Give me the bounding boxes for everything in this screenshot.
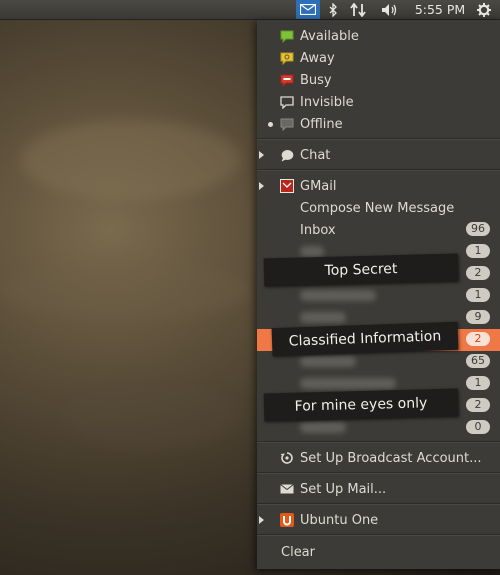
compose-label: Compose New Message xyxy=(300,200,455,216)
count-badge: 2 xyxy=(466,266,490,280)
broadcast-item[interactable]: Set Up Broadcast Account... xyxy=(257,447,500,469)
count-badge: 9 xyxy=(466,310,490,324)
bluetooth-icon[interactable] xyxy=(325,0,341,19)
clock[interactable]: 5:55 PM xyxy=(412,0,468,19)
expander-arrow-icon xyxy=(259,151,264,159)
inbox-label: Inbox xyxy=(300,222,336,238)
status-label: Available xyxy=(300,28,359,44)
chat-item[interactable]: Chat xyxy=(257,144,500,166)
ubuntu-one-label: Ubuntu One xyxy=(300,512,379,528)
broadcast-icon xyxy=(279,450,295,466)
available-icon xyxy=(279,28,295,44)
separator xyxy=(257,138,500,140)
status-invisible[interactable]: Invisible xyxy=(257,91,500,113)
separator xyxy=(257,534,500,536)
count-badge: 2 xyxy=(466,398,490,412)
broadcast-label: Set Up Broadcast Account... xyxy=(300,450,482,466)
separator xyxy=(257,472,500,474)
folder-item[interactable]: 1 xyxy=(257,285,500,307)
chat-label: Chat xyxy=(300,147,331,163)
inbox-item[interactable]: Inbox 96 xyxy=(257,219,500,241)
status-label: Invisible xyxy=(300,94,354,110)
compose-item[interactable]: Compose New Message xyxy=(257,197,500,219)
clear-label: Clear xyxy=(281,544,315,560)
gmail-label: GMail xyxy=(300,178,337,194)
ubuntu-one-icon xyxy=(279,512,295,528)
wallpaper-streak xyxy=(60,380,240,450)
expander-arrow-icon xyxy=(259,182,264,190)
invisible-icon xyxy=(279,94,295,110)
wallpaper-streak xyxy=(0,260,250,320)
volume-icon[interactable] xyxy=(378,0,402,19)
selected-indicator xyxy=(268,122,273,127)
status-available[interactable]: Available xyxy=(257,25,500,47)
count-badge: 96 xyxy=(466,222,490,236)
status-busy[interactable]: Busy xyxy=(257,69,500,91)
gear-icon[interactable] xyxy=(474,0,494,19)
network-icon[interactable] xyxy=(347,0,369,19)
blurred-label xyxy=(300,422,346,433)
envelope-icon xyxy=(279,481,295,497)
offline-icon xyxy=(279,116,295,132)
top-panel: 5:55 PM xyxy=(0,0,500,20)
wallpaper xyxy=(20,120,240,200)
blurred-label xyxy=(300,378,396,389)
expander-arrow-icon xyxy=(259,516,264,524)
count-badge: 0 xyxy=(466,420,490,434)
messaging-menu: Available Away Busy Invisible Offline Ch… xyxy=(257,20,500,569)
chat-bubble-icon xyxy=(279,147,295,163)
status-away[interactable]: Away xyxy=(257,47,500,69)
count-badge: 65 xyxy=(466,354,490,368)
busy-icon xyxy=(279,72,295,88)
ubuntu-one-item[interactable]: Ubuntu One xyxy=(257,509,500,531)
status-label: Busy xyxy=(300,72,332,88)
status-label: Away xyxy=(300,50,335,66)
gmail-icon xyxy=(279,178,295,194)
mail-indicator-icon[interactable] xyxy=(296,0,320,19)
count-badge: 1 xyxy=(466,376,490,390)
separator xyxy=(257,441,500,443)
away-icon xyxy=(279,50,295,66)
blurred-label xyxy=(300,356,356,367)
status-offline[interactable]: Offline xyxy=(257,113,500,135)
blurred-label xyxy=(300,312,346,323)
redaction-label-eyes-only: For mine eyes only xyxy=(263,388,459,422)
setup-mail-label: Set Up Mail... xyxy=(300,481,387,497)
count-badge: 1 xyxy=(466,288,490,302)
blurred-label xyxy=(300,246,324,257)
separator xyxy=(257,169,500,171)
setup-mail-item[interactable]: Set Up Mail... xyxy=(257,478,500,500)
count-badge: 1 xyxy=(466,244,490,258)
redaction-label-top-secret: Top Secret xyxy=(263,253,459,287)
status-label: Offline xyxy=(300,116,343,132)
clear-item[interactable]: Clear xyxy=(257,541,500,563)
gmail-item[interactable]: GMail xyxy=(257,175,500,197)
count-badge: 2 xyxy=(466,332,490,346)
separator xyxy=(257,503,500,505)
blurred-label xyxy=(300,290,376,301)
